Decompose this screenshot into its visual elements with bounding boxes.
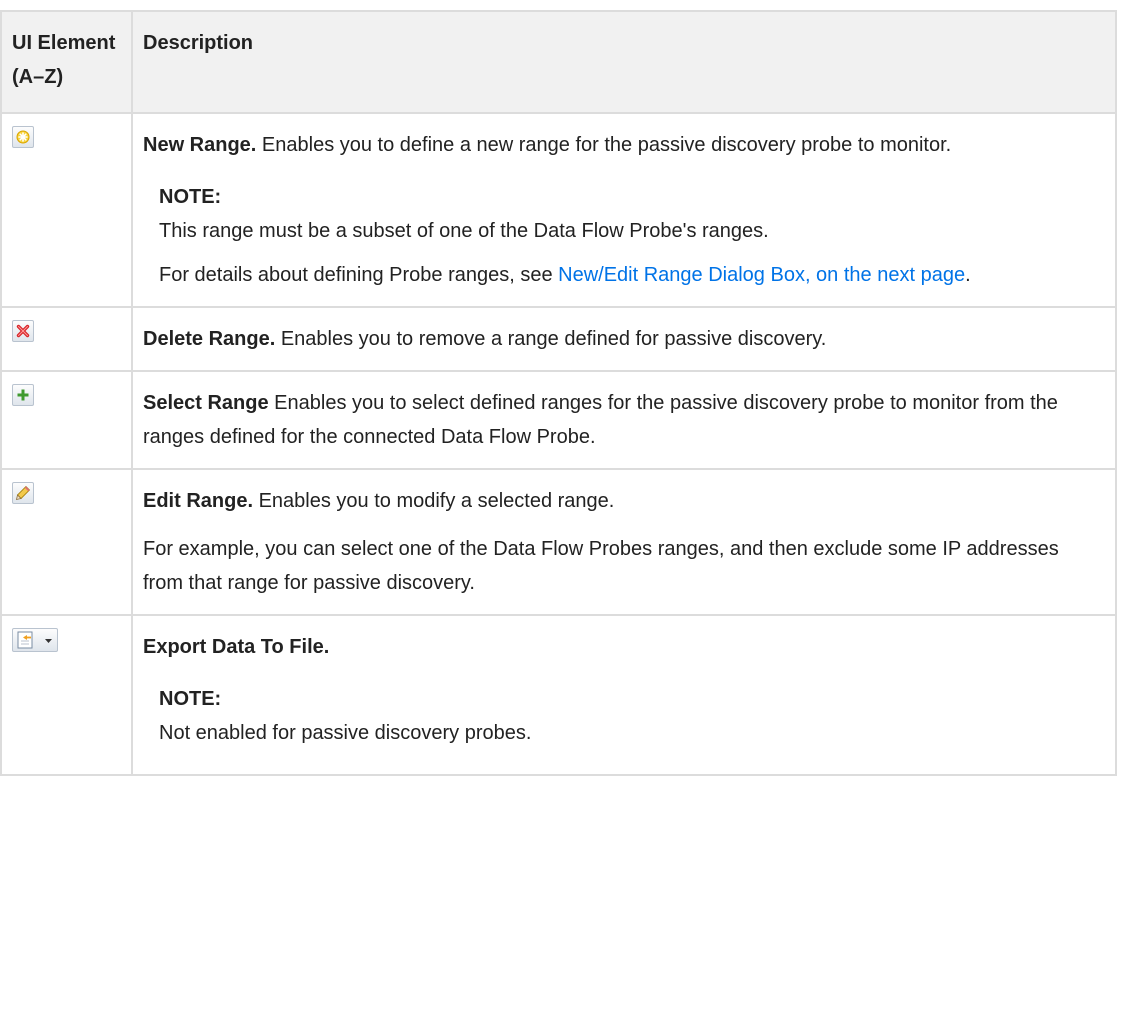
new-range-text: Enables you to define a new range for th… bbox=[256, 134, 952, 156]
delete-range-description: Delete Range. Enables you to remove a ra… bbox=[143, 322, 1103, 356]
new-edit-range-dialog-link[interactable]: New/Edit Range Dialog Box, on the next p… bbox=[558, 264, 965, 286]
ui-elements-table: UI Element (A–Z) Description New Range. … bbox=[0, 10, 1117, 776]
delete-range-text: Enables you to remove a range defined fo… bbox=[275, 328, 827, 350]
new-range-icon bbox=[12, 126, 34, 148]
header-description: Description bbox=[131, 10, 1117, 114]
export-data-title: Export Data To File. bbox=[143, 636, 330, 658]
delete-range-title: Delete Range. bbox=[143, 328, 276, 350]
new-range-details: For details about defining Probe ranges,… bbox=[159, 258, 1103, 292]
chevron-down-icon bbox=[45, 639, 52, 643]
table-row-export-data: Export Data To File. NOTE: Not enabled f… bbox=[0, 614, 1117, 776]
select-range-description: Select Range Enables you to select defin… bbox=[143, 386, 1103, 454]
export-data-description: Export Data To File. bbox=[143, 630, 1103, 664]
delete-icon bbox=[12, 320, 34, 342]
table-row-new-range: New Range. Enables you to define a new r… bbox=[0, 112, 1117, 308]
edit-range-description: Edit Range. Enables you to modify a sele… bbox=[143, 484, 1103, 518]
new-range-description: New Range. Enables you to define a new r… bbox=[143, 128, 1103, 162]
header-ui-element: UI Element (A–Z) bbox=[0, 10, 133, 114]
add-icon bbox=[12, 384, 34, 406]
details-suffix: . bbox=[965, 264, 971, 286]
table-row-delete-range: Delete Range. Enables you to remove a ra… bbox=[0, 306, 1117, 372]
note-text: This range must be a subset of one of th… bbox=[159, 220, 769, 242]
table-header-row: UI Element (A–Z) Description bbox=[0, 10, 1117, 114]
new-range-note: NOTE: This range must be a subset of one… bbox=[159, 180, 1103, 248]
note-title: NOTE: bbox=[159, 688, 222, 710]
table-row-edit-range: Edit Range. Enables you to modify a sele… bbox=[0, 468, 1117, 616]
select-range-title: Select Range bbox=[143, 392, 269, 414]
note-text: Not enabled for passive discovery probes… bbox=[159, 722, 532, 744]
details-prefix: For details about defining Probe ranges,… bbox=[159, 264, 559, 286]
edit-range-title: Edit Range. bbox=[143, 490, 254, 512]
table-row-select-range: Select Range Enables you to select defin… bbox=[0, 370, 1117, 470]
export-icon bbox=[12, 628, 58, 652]
pencil-icon bbox=[12, 482, 34, 504]
export-data-note: NOTE: Not enabled for passive discovery … bbox=[159, 682, 1103, 750]
new-range-title: New Range. bbox=[143, 134, 257, 156]
edit-range-text: Enables you to modify a selected range. bbox=[253, 490, 615, 512]
edit-range-example: For example, you can select one of the D… bbox=[143, 538, 1059, 594]
select-range-text: Enables you to select defined ranges for… bbox=[143, 392, 1058, 448]
note-title: NOTE: bbox=[159, 186, 222, 208]
